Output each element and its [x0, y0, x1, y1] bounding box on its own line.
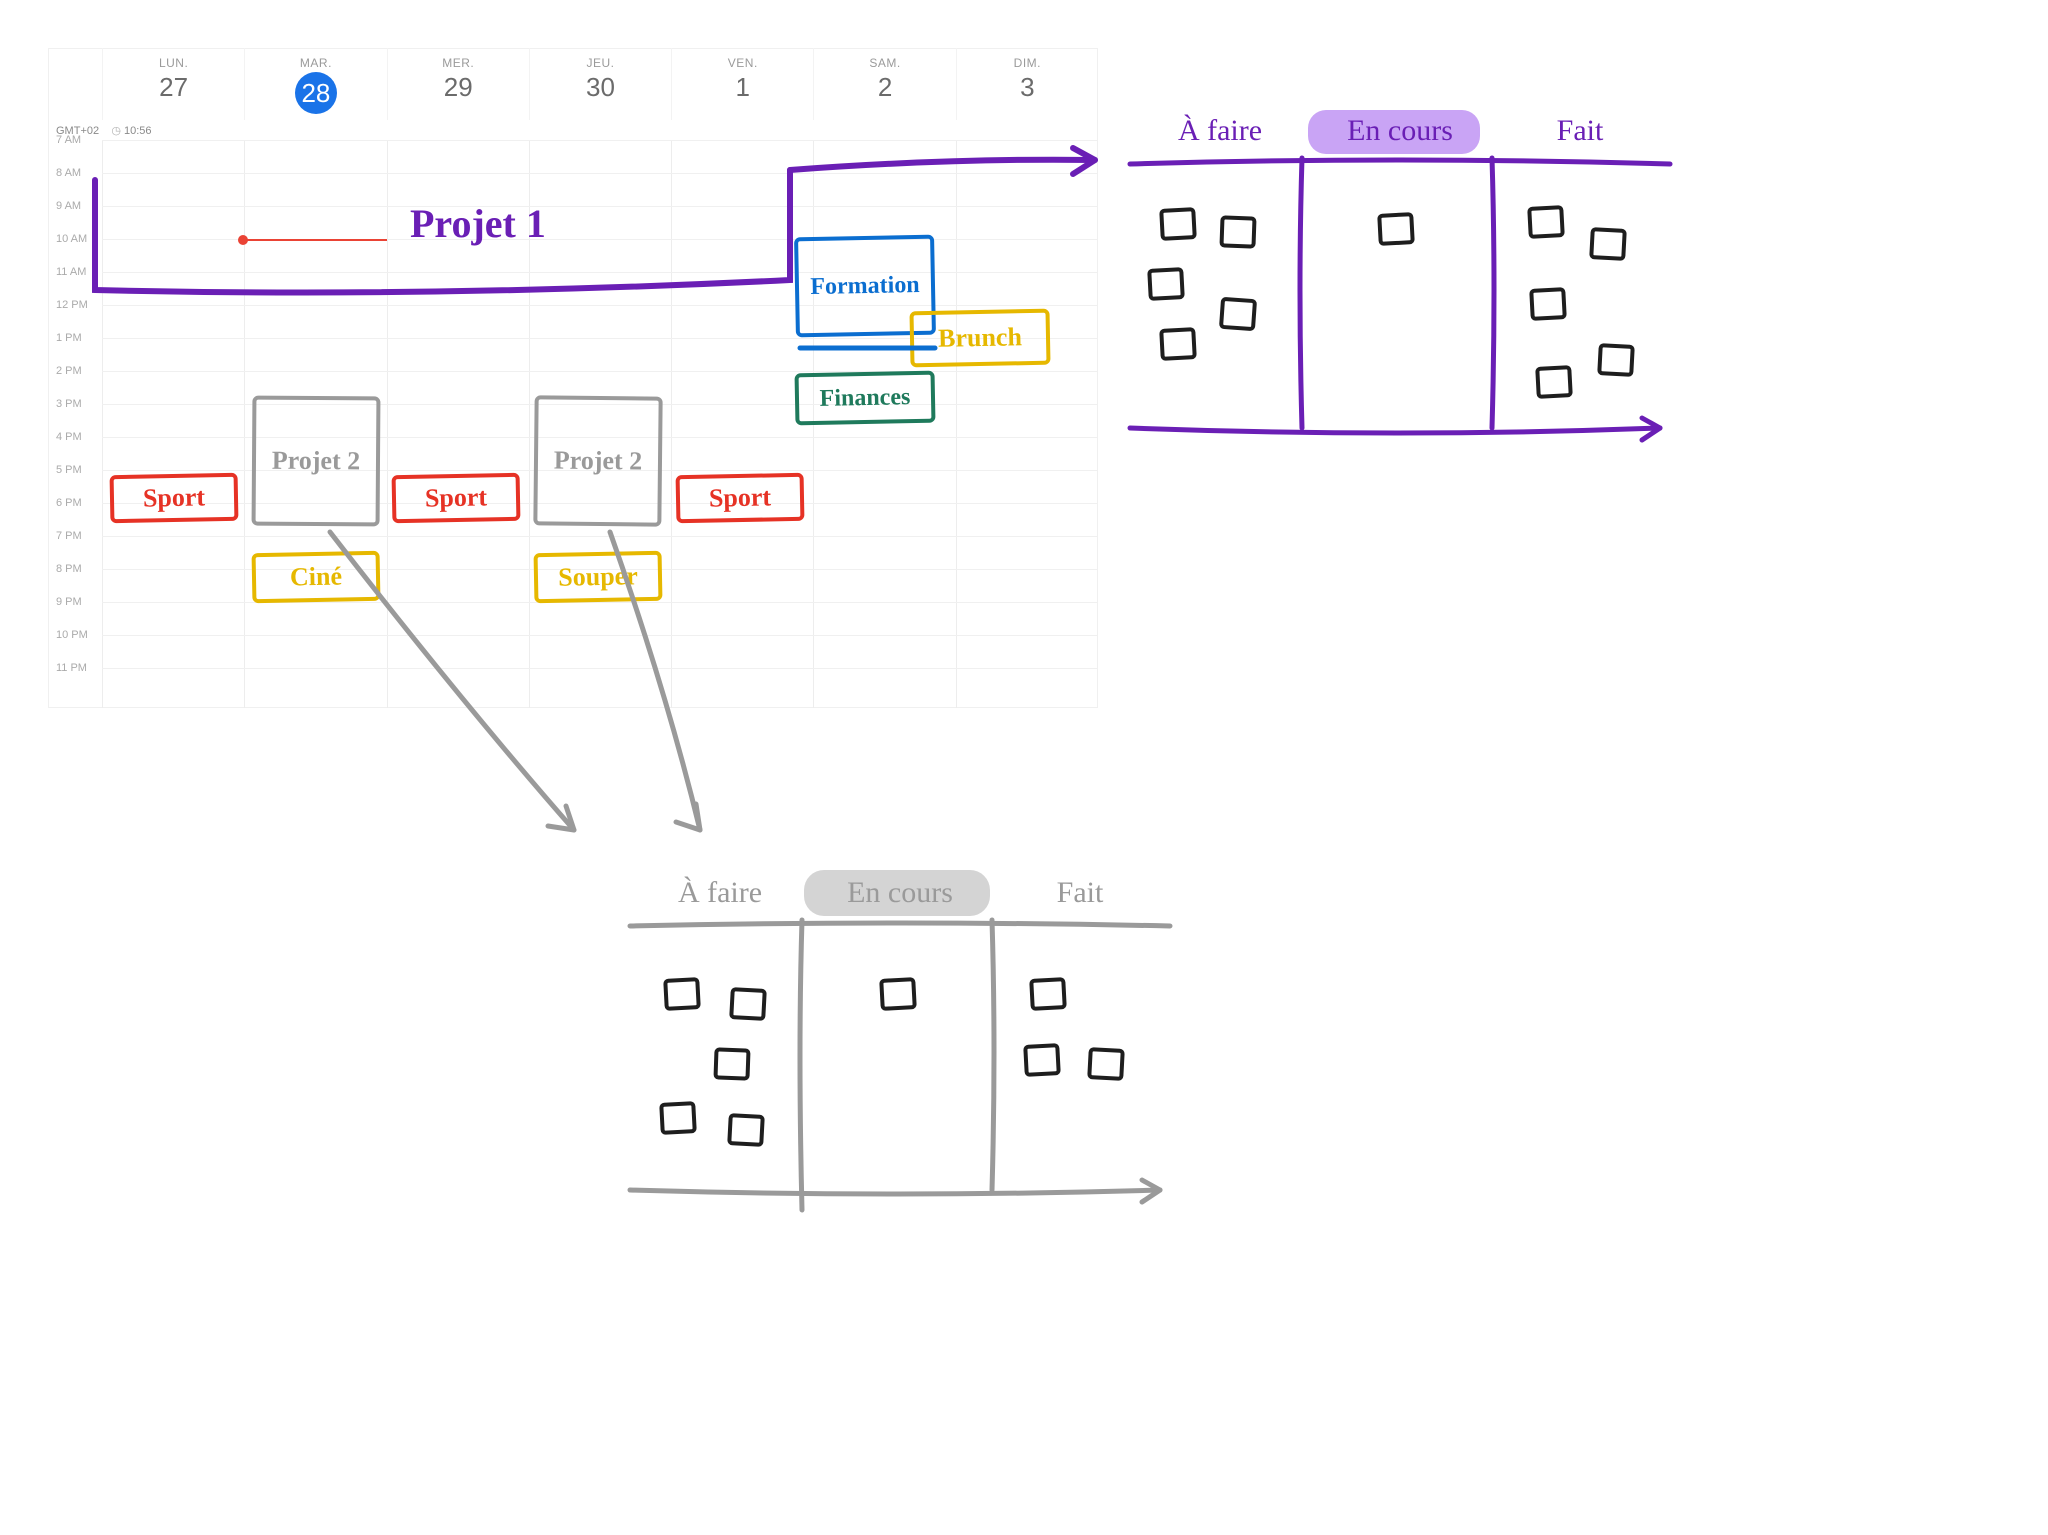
- hour-label: 9 AM: [56, 200, 81, 212]
- kanban2-cards: [620, 870, 1180, 1220]
- clock-icon: [111, 125, 124, 137]
- hour-label: 3 PM: [56, 398, 82, 410]
- hour-label: 6 PM: [56, 497, 82, 509]
- hour-label: 7 AM: [56, 134, 81, 146]
- hour-label: 8 PM: [56, 563, 82, 575]
- day-header[interactable]: LUN.27: [102, 48, 244, 120]
- hour-label: 5 PM: [56, 464, 82, 476]
- hour-label: 9 PM: [56, 596, 82, 608]
- event-projet2-tue[interactable]: Projet 2: [252, 396, 381, 527]
- weekly-calendar: LUN.27MAR.28MER.29JEU.30VEN.1SAM.2DIM.3 …: [48, 48, 1098, 708]
- event-cine[interactable]: Ciné: [252, 551, 381, 603]
- hour-label: 10 PM: [56, 629, 88, 641]
- day-header[interactable]: MER.29: [387, 48, 529, 120]
- day-header[interactable]: VEN.1: [671, 48, 813, 120]
- hour-label: 11 PM: [56, 662, 87, 674]
- annotation-projet1: Projet 1: [410, 200, 546, 247]
- hour-label: 1 PM: [56, 332, 82, 344]
- kanban-projet1: À faire En cours Fait: [1120, 108, 1680, 458]
- kanban1-cards: [1120, 108, 1680, 458]
- day-header[interactable]: DIM.3: [956, 48, 1098, 120]
- hour-label: 7 PM: [56, 530, 82, 542]
- event-sport-fri[interactable]: Sport: [676, 473, 805, 523]
- event-souper[interactable]: Souper: [534, 551, 663, 603]
- event-finances[interactable]: Finances: [795, 371, 936, 426]
- time-display: 10:56: [124, 125, 152, 137]
- event-sport-mon[interactable]: Sport: [110, 473, 239, 523]
- hour-label: 2 PM: [56, 365, 82, 377]
- hour-label: 10 AM: [56, 233, 87, 245]
- hour-label: 12 PM: [56, 299, 88, 311]
- hour-label: 11 AM: [56, 266, 86, 278]
- kanban-projet2: À faire En cours Fait: [620, 870, 1180, 1220]
- day-header[interactable]: JEU.30: [529, 48, 671, 120]
- event-projet2-thu[interactable]: Projet 2: [533, 395, 662, 526]
- hour-label: 8 AM: [56, 167, 81, 179]
- current-time-indicator: [244, 239, 386, 241]
- hour-label: 4 PM: [56, 431, 82, 443]
- day-header[interactable]: SAM.2: [813, 48, 955, 120]
- day-header[interactable]: MAR.28: [244, 48, 386, 120]
- event-brunch[interactable]: Brunch: [909, 309, 1050, 368]
- event-sport-wed[interactable]: Sport: [392, 473, 521, 523]
